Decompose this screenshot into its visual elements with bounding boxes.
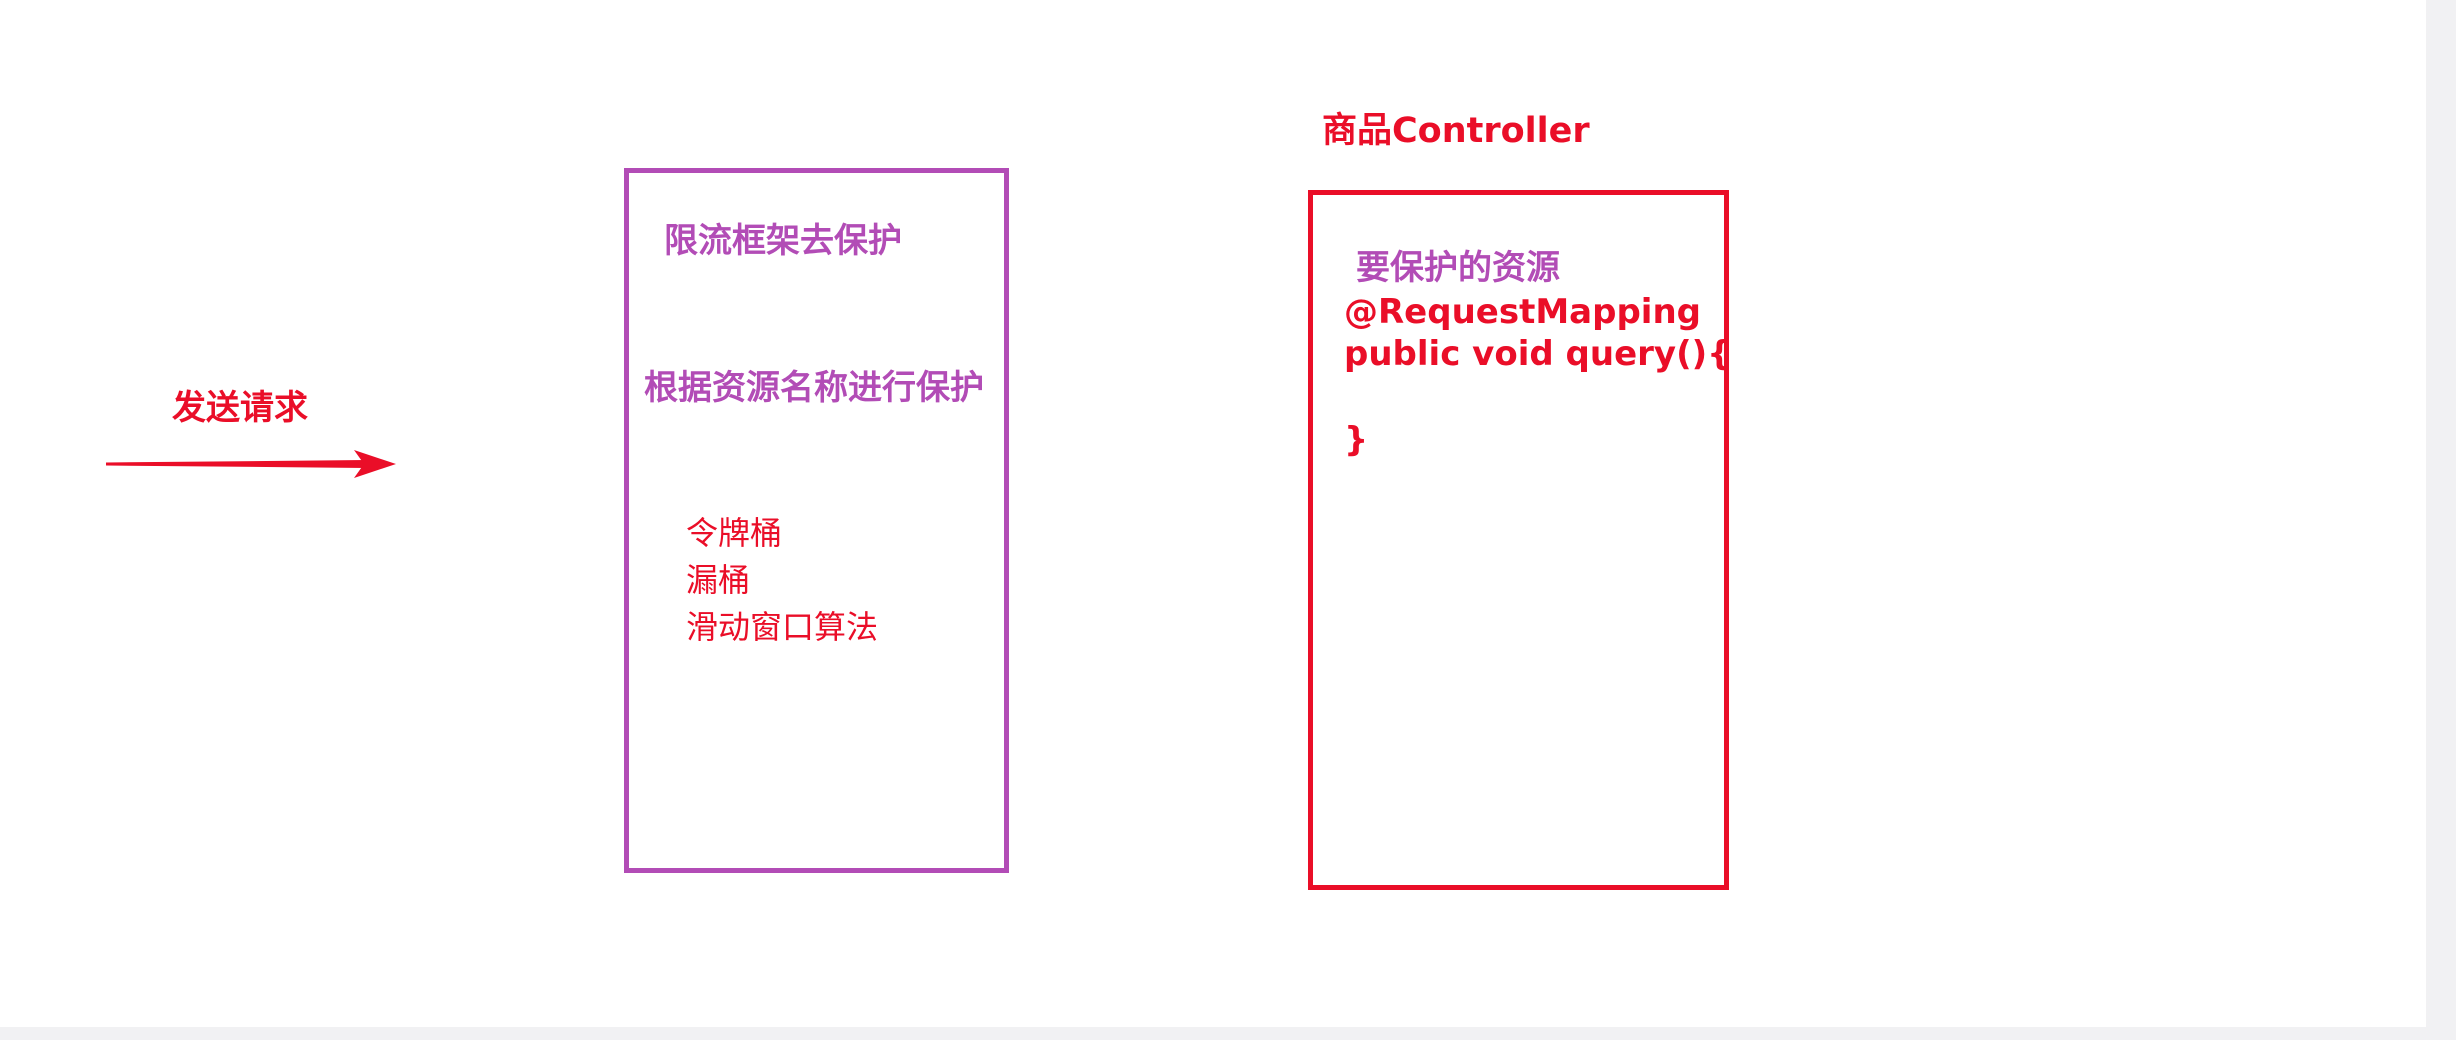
controller-title: 商品Controller <box>1322 111 1590 151</box>
rate-limiter-title: 限流框架去保护 <box>664 221 902 261</box>
algorithm-leaky-bucket: 漏桶 <box>686 561 751 599</box>
horizontal-scrollbar[interactable] <box>0 1027 2456 1040</box>
code-line-annotation: @RequestMapping <box>1344 292 1701 332</box>
code-line-method: public void query(){ <box>1344 334 1732 374</box>
rate-limiter-subtitle: 根据资源名称进行保护 <box>644 368 984 408</box>
algorithm-token-bucket: 令牌桶 <box>686 514 783 552</box>
request-arrow-icon <box>106 450 396 478</box>
diagram-canvas: 发送请求 限流框架去保护 根据资源名称进行保护 令牌桶 漏桶 滑动窗口算法 商品… <box>0 0 2426 1027</box>
code-line-close: } <box>1344 420 1369 460</box>
vertical-scrollbar[interactable] <box>2426 0 2456 1040</box>
protected-resource-label: 要保护的资源 <box>1356 248 1560 288</box>
send-request-label: 发送请求 <box>172 388 308 428</box>
algorithm-sliding-window: 滑动窗口算法 <box>686 608 879 646</box>
rate-limiter-box <box>624 168 1009 873</box>
